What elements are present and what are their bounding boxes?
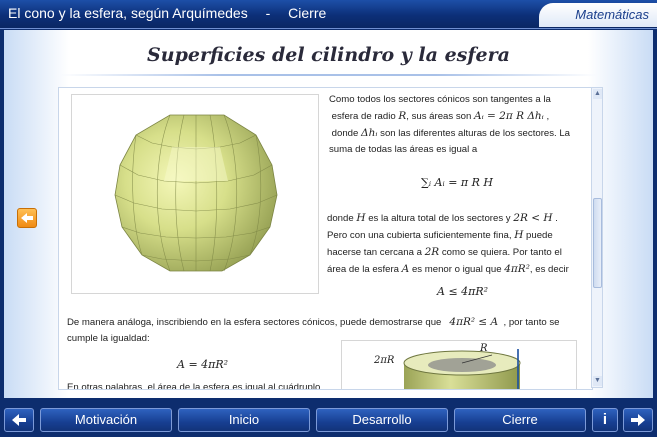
paragraph-4: En otras palabras, el área de la esfera … (67, 380, 321, 390)
content-scrollbar[interactable]: ▲ ▼ (591, 87, 603, 388)
p2-line1: donde H es la altura total de los sector… (327, 212, 558, 224)
symbol-h: H (356, 212, 366, 224)
symbol-4pir2: 4πR² (504, 263, 530, 275)
p2-line4-text-c: , es decir (529, 264, 569, 275)
p2-line4: área de la esfera A es menor o igual que… (327, 261, 569, 278)
header-title-separator: - (265, 5, 271, 21)
p1-line2-text-b: , sus áreas son (406, 111, 472, 122)
content-area[interactable]: Como todos los sectores cónicos son tang… (58, 87, 593, 390)
p2-line2-text-a: Pero con una cubierta suficientemente fi… (327, 230, 512, 241)
p2-line1-text-b: es la altura total de los sectores y (368, 213, 511, 224)
symbol-2r: 2R (424, 246, 440, 258)
p2-line3-text-a: hacerse tan cercana a (327, 247, 422, 258)
p2-line1-text-a: donde (327, 213, 354, 224)
scroll-up-button[interactable]: ▲ (593, 89, 602, 99)
arrow-right-icon (631, 414, 645, 426)
formula-sum: ∑ᵢ Aᵢ = π R H (421, 176, 494, 189)
p1-line3: donde Δhᵢ son las diferentes alturas de … (329, 125, 570, 142)
symbol-h-2: H (514, 229, 524, 241)
p4-line1: En otras palabras, el área de la esfera … (67, 382, 321, 390)
paragraph-2: donde H es la altura total de los sector… (327, 210, 569, 278)
formula-2r-lt-h: 2R < H (513, 212, 553, 224)
formula-eq: A = 4πR² (177, 358, 229, 371)
p1-line3-text-b: son las diferentes alturas de los sector… (380, 128, 571, 139)
scroll-thumb[interactable] (593, 198, 602, 288)
subject-label: Matemáticas (575, 7, 649, 22)
sphere-illustration (71, 94, 319, 294)
paragraph-1: Como todos los sectores cónicos son tang… (329, 92, 570, 158)
p2-line2-text-b: puede (526, 230, 553, 241)
p2-line4-text-b: es menor o igual que (411, 264, 502, 275)
header-title-lesson: El cono y la esfera, según Arquímedes (8, 5, 248, 21)
faceted-sphere-image (114, 114, 278, 272)
title-divider (60, 74, 597, 76)
subject-tab: Matemáticas (539, 3, 657, 27)
formula-le: A ≤ 4πR² (437, 285, 489, 298)
arrow-left-icon (21, 213, 33, 223)
next-button[interactable] (623, 408, 653, 432)
p2-line4-text-a: área de la esfera (327, 264, 399, 275)
bottom-nav-bar: Motivación Inicio Desarrollo Cierre i (0, 404, 657, 436)
cylinder-label-r: R (480, 343, 488, 354)
nav-motivacion-button[interactable]: Motivación (40, 408, 172, 432)
nav-desarrollo-button[interactable]: Desarrollo (316, 408, 448, 432)
nav-cierre-button[interactable]: Cierre (454, 408, 586, 432)
side-back-button[interactable] (17, 208, 37, 228)
p1-line4: suma de todas las áreas es igual a (329, 144, 478, 155)
page-title: Superficies del cilindro y la esfera (147, 44, 510, 66)
info-button[interactable]: i (592, 408, 618, 432)
cylinder-image (403, 349, 521, 389)
nav-inicio-button[interactable]: Inicio (178, 408, 310, 432)
p1-line1: Como todos los sectores cónicos son tang… (329, 94, 551, 105)
p2-line3: hacerse tan cercana a 2R como se quiera.… (327, 244, 569, 261)
formula-ge: 4πR² ≤ A (449, 316, 499, 328)
header-bar: El cono y la esfera, según Arquímedes - … (0, 0, 657, 29)
arrow-left-icon (12, 414, 26, 426)
p1-line3-text-a: donde (331, 128, 359, 139)
symbol-a: A (401, 263, 410, 275)
cylinder-illustration: 2πR R (341, 340, 577, 389)
p2-line3-text-b: como se quiera. Por tanto el (441, 247, 562, 258)
header-title: El cono y la esfera, según Arquímedes - … (8, 5, 340, 21)
p1-line2-text-a: esfera de radio (331, 111, 396, 122)
header-title-section: Cierre (288, 5, 327, 21)
formula-ai: Aᵢ = 2π R Δhᵢ (473, 110, 544, 122)
prev-button[interactable] (4, 408, 34, 432)
p3-line1: De manera análoga, inscribiendo en la es… (67, 314, 560, 331)
p3-line1-text-a: De manera análoga, inscribiendo en la es… (67, 317, 442, 328)
scroll-down-button[interactable]: ▼ (593, 376, 602, 386)
p3-line1-text-b: , por tanto se (503, 317, 560, 328)
p1-line2: esfera de radio R, sus áreas son Aᵢ = 2π… (331, 110, 550, 122)
symbol-dhi: Δhᵢ (361, 127, 378, 139)
p2-line2: Pero con una cubierta suficientemente fi… (327, 227, 569, 244)
